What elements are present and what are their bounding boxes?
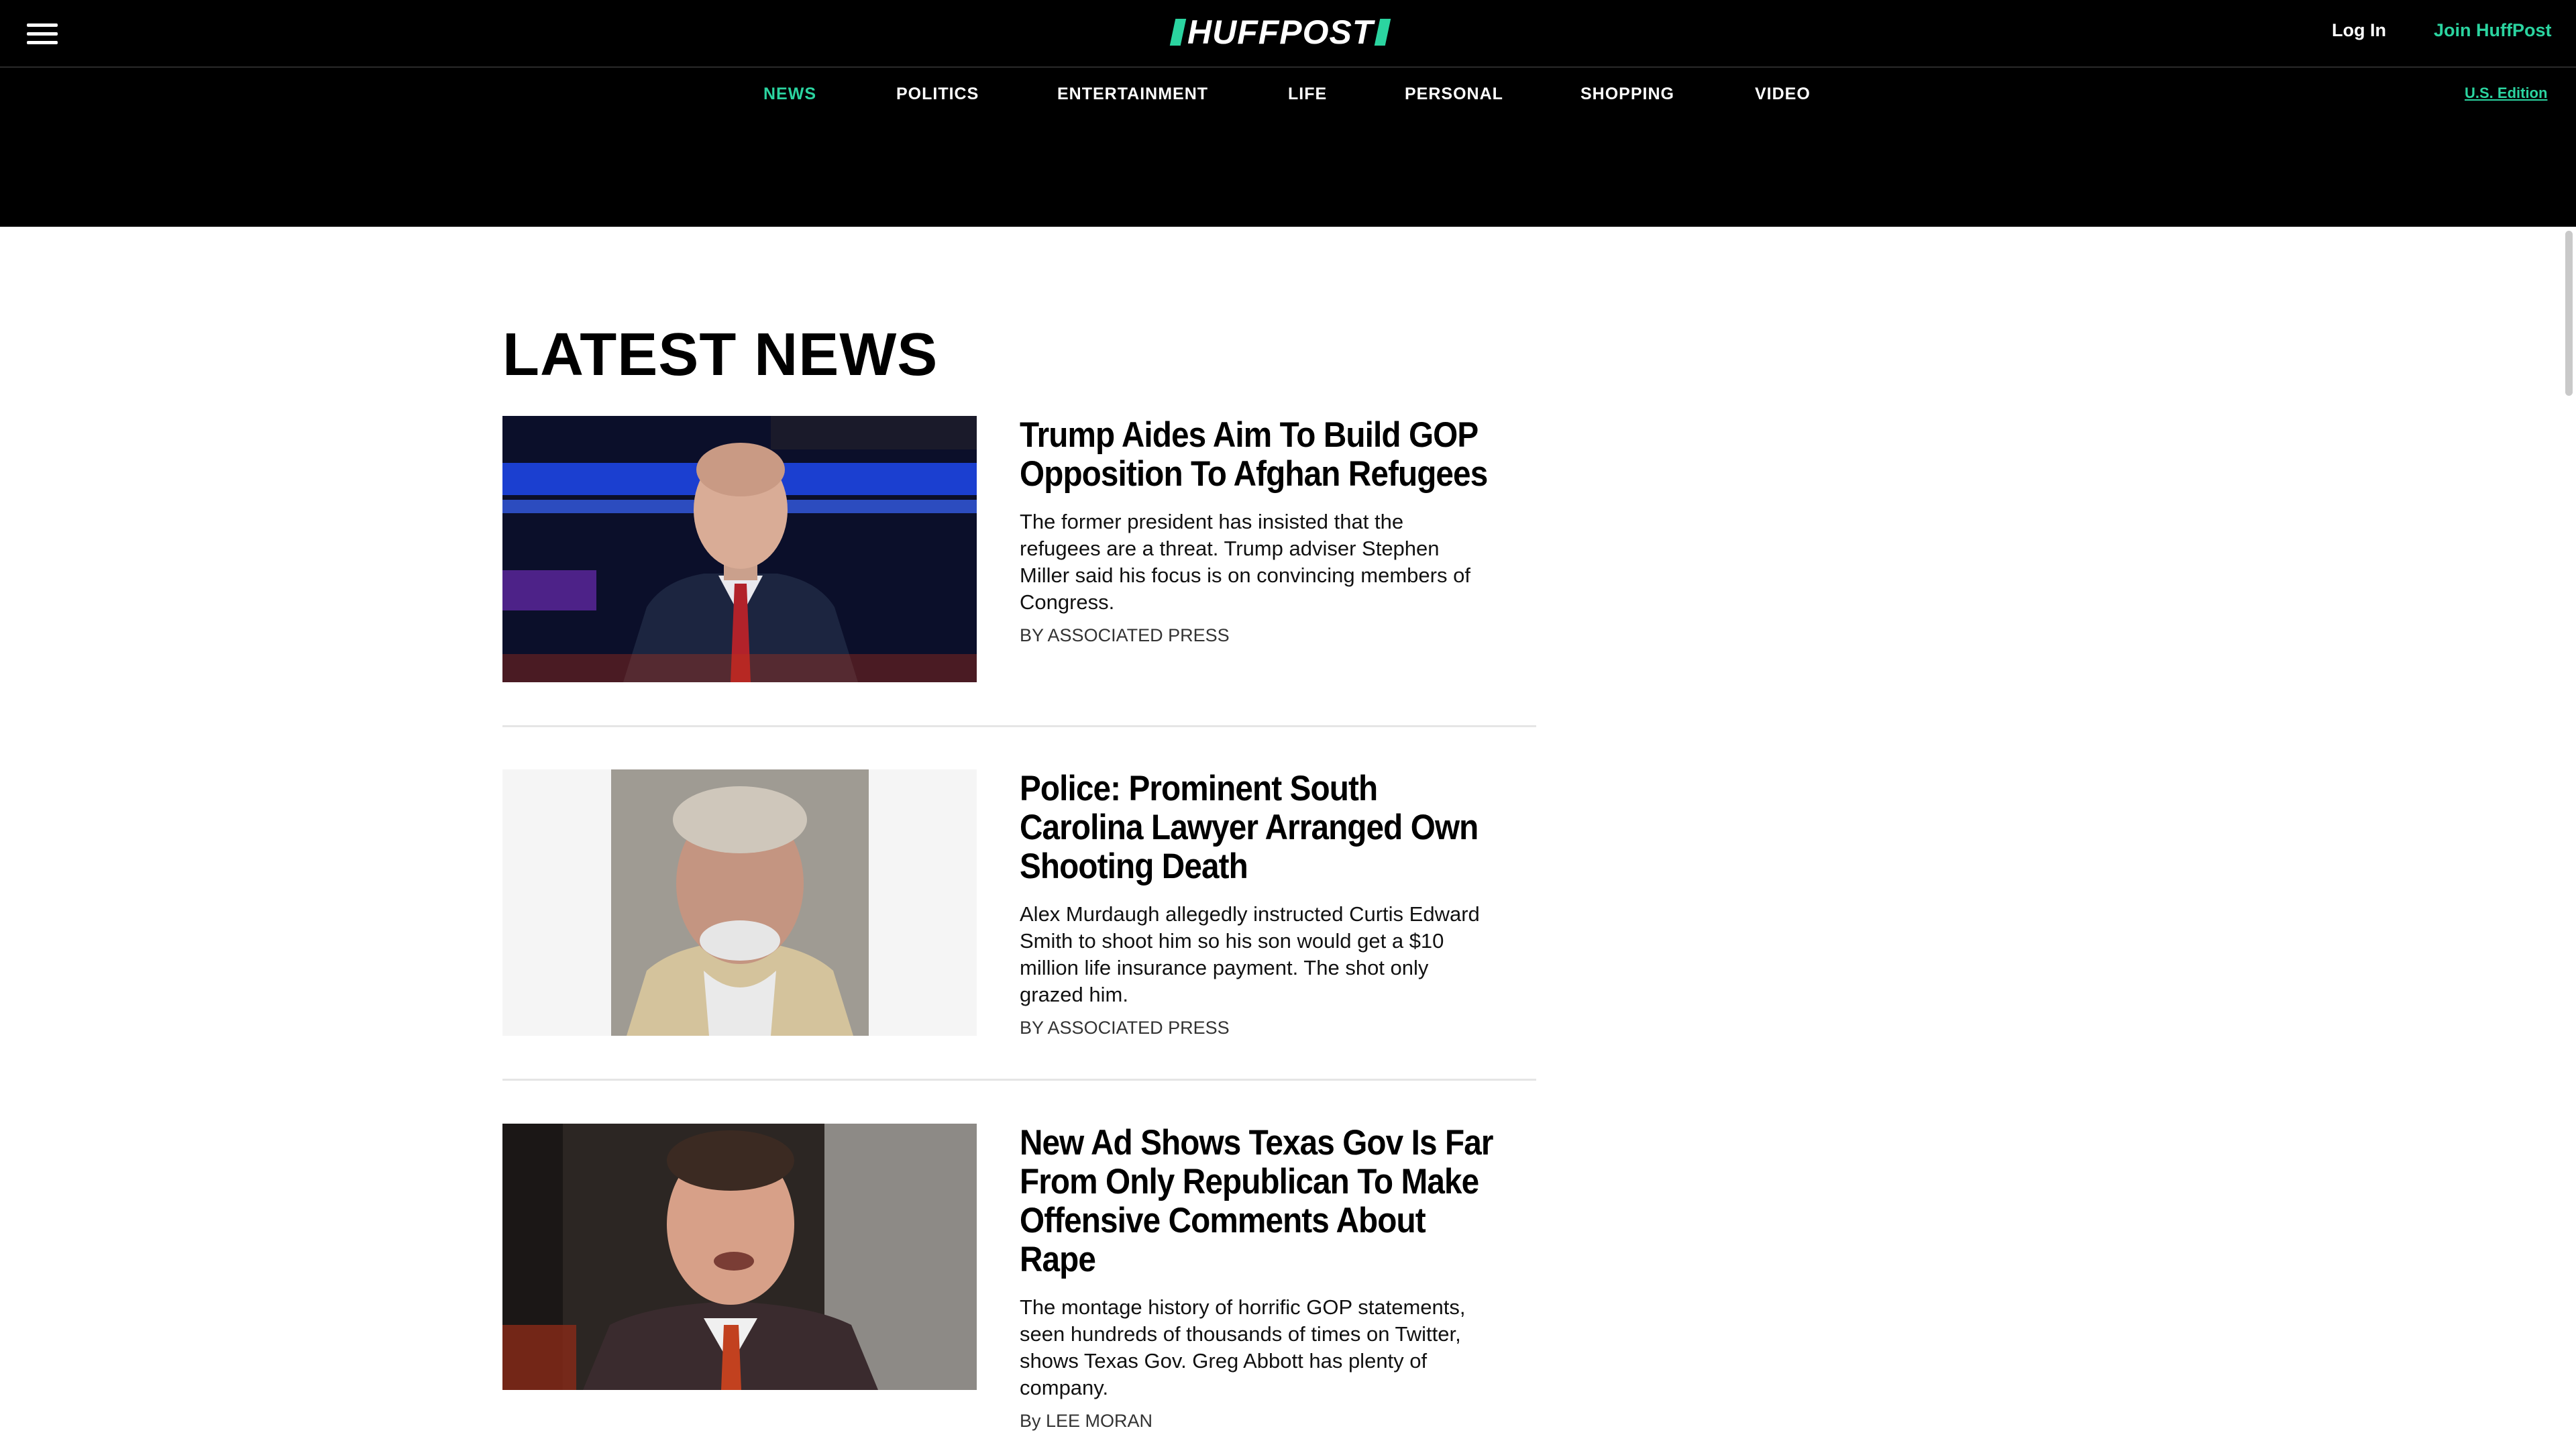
- article-card: Trump Aides Aim To Build GOP Opposition …: [502, 416, 1536, 727]
- nav-item-shopping[interactable]: SHOPPING: [1580, 85, 1674, 104]
- edition-link[interactable]: U.S. Edition: [2465, 85, 2547, 102]
- article-card: New Ad Shows Texas Gov Is Far From Only …: [502, 1124, 1536, 1449]
- section-nav: NEWS POLITICS ENTERTAINMENT LIFE PERSONA…: [0, 85, 2576, 109]
- article-text: New Ad Shows Texas Gov Is Far From Only …: [1020, 1124, 1493, 1432]
- article-text: Trump Aides Aim To Build GOP Opposition …: [1020, 416, 1489, 646]
- article-byline[interactable]: BY ASSOCIATED PRESS: [1020, 1018, 1489, 1038]
- man-at-podium-image: [502, 416, 977, 682]
- huffpost-logo[interactable]: HUFFPOST: [1169, 13, 1391, 51]
- article-byline[interactable]: By LEE MORAN: [1020, 1411, 1489, 1432]
- article-text: Police: Prominent South Carolina Lawyer …: [1020, 769, 1489, 1038]
- article-thumbnail[interactable]: [502, 1124, 977, 1390]
- article-card: Police: Prominent South Carolina Lawyer …: [502, 769, 1536, 1081]
- scrollbar-thumb[interactable]: [2565, 231, 2573, 396]
- booking-photo-image: [502, 769, 977, 1036]
- article-summary: The montage history of horrific GOP stat…: [1020, 1295, 1466, 1399]
- article-summary: Alex Murdaugh allegedly instructed Curti…: [1020, 902, 1480, 1006]
- menu-icon[interactable]: [27, 20, 59, 47]
- nav-item-video[interactable]: VIDEO: [1755, 85, 1811, 104]
- masthead: HUFFPOST Log In Join HuffPost NEWS POLIT…: [0, 0, 2576, 227]
- article-thumbnail[interactable]: [502, 416, 977, 682]
- logo-text: HUFFPOST: [1187, 13, 1374, 51]
- article-thumbnail[interactable]: [502, 769, 977, 1036]
- article-headline[interactable]: Trump Aides Aim To Build GOP Opposition …: [1020, 416, 1497, 494]
- article-byline[interactable]: BY ASSOCIATED PRESS: [1020, 625, 1489, 646]
- top-bar: HUFFPOST Log In Join HuffPost: [0, 0, 2576, 68]
- article-headline[interactable]: New Ad Shows Texas Gov Is Far From Only …: [1020, 1124, 1497, 1279]
- nav-item-entertainment[interactable]: ENTERTAINMENT: [1057, 85, 1208, 104]
- nav-item-life[interactable]: LIFE: [1288, 85, 1327, 104]
- logo-right-bar: [1375, 19, 1391, 46]
- nav-item-politics[interactable]: POLITICS: [896, 85, 979, 104]
- page-scrollbar[interactable]: [2563, 227, 2576, 1449]
- article-headline[interactable]: Police: Prominent South Carolina Lawyer …: [1020, 769, 1497, 886]
- join-link[interactable]: Join HuffPost: [2434, 20, 2552, 41]
- man-speaking-image: [502, 1124, 977, 1390]
- nav-item-personal[interactable]: PERSONAL: [1405, 85, 1503, 104]
- article-summary: The former president has insisted that t…: [1020, 510, 1470, 614]
- nav-item-news[interactable]: NEWS: [763, 85, 816, 104]
- logo-left-bar: [1169, 19, 1187, 46]
- section-title: LATEST NEWS: [502, 321, 938, 388]
- login-link[interactable]: Log In: [2332, 20, 2386, 41]
